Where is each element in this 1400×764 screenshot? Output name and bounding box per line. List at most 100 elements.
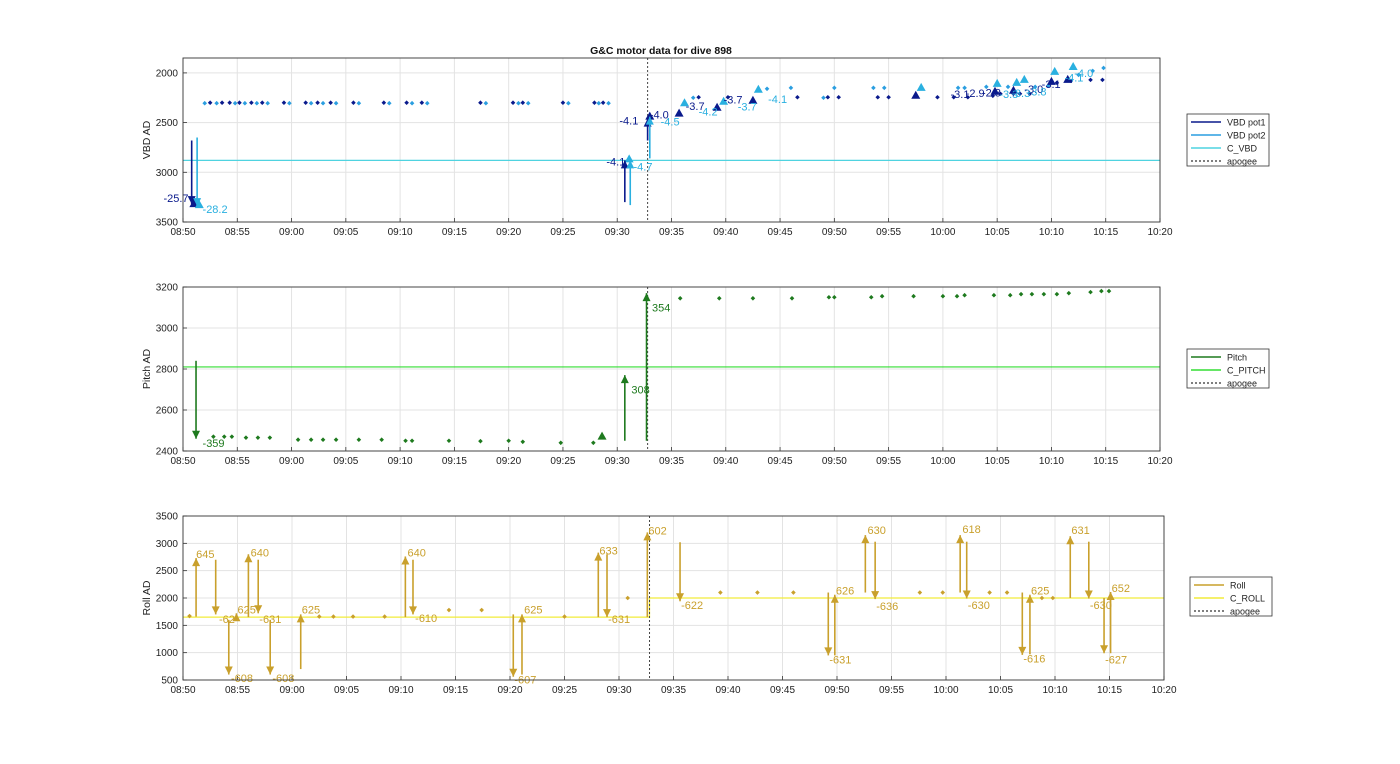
- legend: VBD pot1 VBD pot2 C_VBDapogee: [1186, 113, 1270, 167]
- data-label: 640: [408, 547, 426, 559]
- y-axis-label: Pitch AD: [141, 348, 153, 389]
- legend-label: C_ROLL: [1230, 594, 1265, 604]
- legend-label: apogee: [1230, 607, 1260, 617]
- x-tick-label: 08:50: [170, 456, 195, 467]
- x-tick-label: 09:40: [713, 227, 738, 238]
- figure-title: G&C motor data for dive 898: [590, 45, 732, 57]
- x-tick-label: 08:55: [225, 227, 250, 238]
- legend: Pitch C_PITCHapogee: [1186, 348, 1270, 389]
- x-tick-label: 10:05: [988, 685, 1013, 696]
- legend: Roll C_ROLLapogee: [1189, 576, 1273, 617]
- x-tick-label: 09:25: [550, 227, 575, 238]
- data-label: 630: [868, 525, 886, 537]
- data-label: -636: [876, 601, 898, 613]
- y-tick-label: 3500: [156, 512, 179, 523]
- data-label: -3.7: [738, 102, 757, 114]
- legend-label: C_PITCH: [1227, 366, 1266, 376]
- x-tick-label: 09:30: [605, 227, 630, 238]
- chart-panel-vbd: 08:50 08:55 09:00 09:05 09:10 09:15 09:20 09:25…: [141, 57, 1270, 238]
- data-label: 618: [962, 524, 980, 536]
- x-tick-label: 10:15: [1097, 685, 1122, 696]
- x-tick-label: 10:00: [930, 227, 955, 238]
- x-tick-label: 10:10: [1039, 227, 1064, 238]
- x-tick-label: 09:15: [442, 456, 467, 467]
- legend-label: apogee: [1227, 379, 1257, 389]
- legend-label: Pitch: [1227, 353, 1247, 363]
- legend-label: C_VBD: [1227, 144, 1258, 154]
- x-tick-label: 09:35: [659, 456, 684, 467]
- x-tick-label: 09:45: [770, 685, 795, 696]
- legend-label: apogee: [1227, 157, 1257, 167]
- y-tick-label: 2500: [156, 118, 179, 129]
- data-label: -4.1: [768, 94, 787, 106]
- x-tick-label: 09:35: [659, 227, 684, 238]
- y-tick-label: 3000: [156, 539, 179, 550]
- x-tick-label: 10:15: [1093, 456, 1118, 467]
- y-tick-label: 2600: [156, 406, 179, 417]
- x-tick-label: 09:00: [279, 456, 304, 467]
- x-tick-label: 10:05: [985, 456, 1010, 467]
- chart-panel-roll: 08:50 08:55 09:00 09:05 09:10 09:15 09:20 09:25…: [141, 512, 1273, 696]
- y-tick-label: 2400: [156, 447, 179, 458]
- data-label: -25.7: [163, 193, 188, 205]
- data-label: 645: [196, 549, 214, 561]
- x-tick-label: 10:00: [933, 685, 958, 696]
- data-label: 354: [652, 303, 670, 315]
- x-tick-label: 10:10: [1039, 456, 1064, 467]
- y-tick-label: 3000: [156, 168, 179, 179]
- data-label: -631: [608, 614, 630, 626]
- chart-panel-pitch: 08:50 08:55 09:00 09:05 09:10 09:15 09:20 09:25…: [141, 283, 1270, 467]
- x-tick-label: 09:55: [876, 227, 901, 238]
- data-label: -630: [968, 600, 990, 612]
- y-axis-label: Roll AD: [141, 580, 153, 615]
- x-tick-label: 10:05: [985, 227, 1010, 238]
- x-tick-label: 10:15: [1093, 227, 1118, 238]
- x-tick-label: 10:00: [930, 456, 955, 467]
- figure: G&C motor data for dive 898 08:50 08:55 09…: [141, 45, 1273, 696]
- x-tick-label: 09:30: [606, 685, 631, 696]
- y-tick-label: 2000: [156, 68, 179, 79]
- x-tick-label: 09:10: [388, 685, 413, 696]
- data-label: 640: [251, 547, 269, 559]
- data-label: -62: [219, 614, 235, 626]
- data-label: 631: [1071, 525, 1089, 537]
- y-tick-label: 1000: [156, 648, 179, 659]
- x-tick-label: 09:30: [605, 456, 630, 467]
- legend-label: VBD pot1: [1227, 118, 1266, 128]
- data-label: -627: [1105, 655, 1127, 667]
- y-axis-label: VBD AD: [141, 120, 153, 159]
- data-label: -4.5: [661, 117, 680, 129]
- data-label: -631: [259, 614, 281, 626]
- y-tick-label: 1500: [156, 621, 179, 632]
- data-label: -4.7: [634, 161, 653, 173]
- data-label: 633: [599, 545, 617, 557]
- x-tick-label: 10:20: [1147, 227, 1172, 238]
- data-label: -631: [829, 655, 851, 667]
- x-tick-label: 09:00: [279, 685, 304, 696]
- data-label: -4.1: [619, 116, 638, 128]
- data-label: -4.0: [1074, 68, 1093, 80]
- data-label: 652: [1112, 583, 1130, 595]
- x-tick-label: 10:20: [1147, 456, 1172, 467]
- data-label: -4.2: [699, 107, 718, 119]
- x-tick-label: 09:05: [334, 685, 359, 696]
- x-tick-label: 09:15: [443, 685, 468, 696]
- data-label: 625: [1031, 586, 1049, 598]
- x-tick-label: 09:05: [333, 456, 358, 467]
- x-tick-label: 09:10: [388, 227, 413, 238]
- x-tick-label: 09:15: [442, 227, 467, 238]
- x-tick-label: 09:50: [822, 227, 847, 238]
- data-label: -4.1: [606, 156, 625, 168]
- x-tick-label: 10:20: [1151, 685, 1176, 696]
- y-tick-label: 3000: [156, 324, 179, 335]
- x-tick-label: 09:25: [550, 456, 575, 467]
- x-tick-label: 09:35: [661, 685, 686, 696]
- x-tick-label: 09:25: [552, 685, 577, 696]
- data-label: -616: [1023, 654, 1045, 666]
- x-tick-label: 08:55: [225, 456, 250, 467]
- x-tick-label: 09:55: [879, 685, 904, 696]
- x-tick-label: 08:55: [225, 685, 250, 696]
- y-tick-label: 2000: [156, 594, 179, 605]
- legend-label: Roll: [1230, 581, 1246, 591]
- data-label: 625: [524, 604, 542, 616]
